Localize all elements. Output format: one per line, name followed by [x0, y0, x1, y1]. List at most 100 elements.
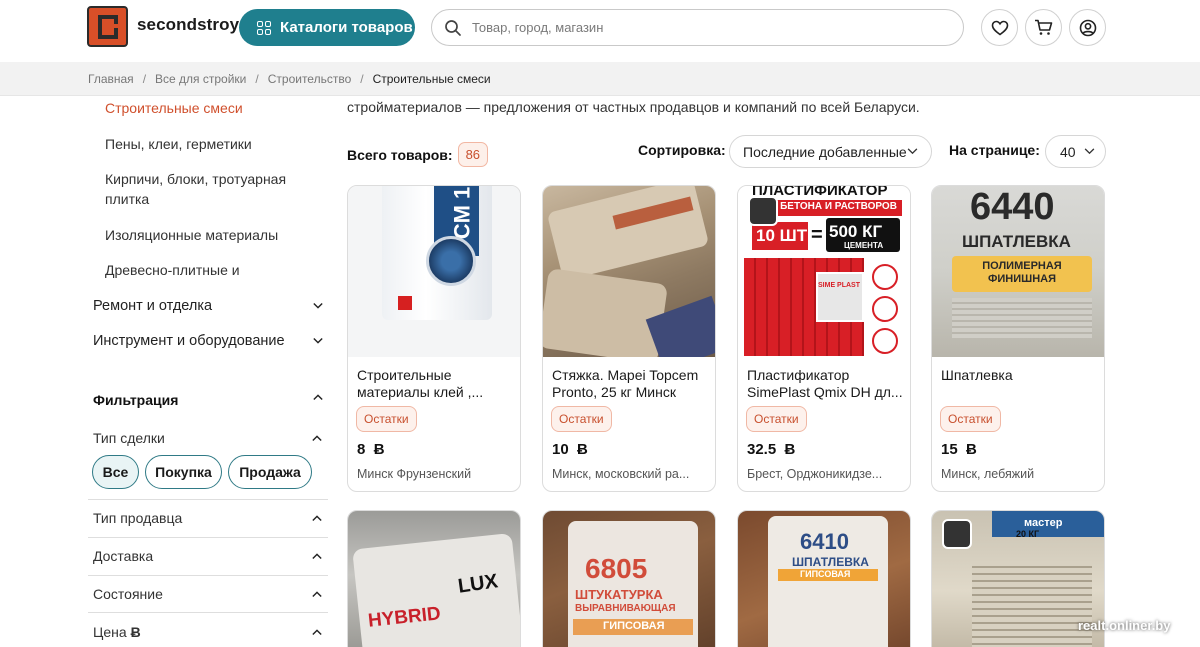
- product-price: 8 Ƀ: [357, 441, 385, 458]
- product-location: Минск, московский ра...: [552, 467, 690, 481]
- profile-button[interactable]: [1069, 9, 1106, 46]
- product-image: 6410 ШПАТЛЕВКА ГИПСОВАЯ: [738, 511, 910, 647]
- filter-label-group: Цена Ƀ: [93, 624, 141, 640]
- product-card[interactable]: Стяжка. Mapei Topcem Pronto, 25 кг Минск…: [542, 185, 716, 492]
- filter-delivery[interactable]: Доставка: [93, 548, 327, 564]
- breadcrumb-all-for-building[interactable]: Все для стройки: [155, 72, 246, 86]
- search-input[interactable]: [472, 20, 932, 35]
- status-badge: Остатки: [940, 406, 1001, 432]
- breadcrumb-construction[interactable]: Строительство: [268, 72, 352, 86]
- currency-icon: Ƀ: [577, 441, 588, 458]
- deal-pill-sell[interactable]: Продажа: [228, 455, 312, 489]
- sidebar-item-wood-panels[interactable]: Древесно-плитные и: [105, 260, 315, 280]
- product-image: 6440 ШПАТЛЕВКА ПОЛИМЕРНАЯ ФИНИШНАЯ: [932, 186, 1104, 357]
- price-value: 8: [357, 441, 366, 458]
- status-badge: Остатки: [356, 406, 417, 432]
- sidebar-item-tools[interactable]: Инструмент и оборудование: [93, 333, 323, 349]
- search-bar[interactable]: [431, 9, 964, 46]
- chevron-down-icon: [313, 302, 323, 309]
- sidebar-item-label: Инструмент и оборудование: [93, 333, 285, 349]
- status-badge: Остатки: [551, 406, 612, 432]
- product-price: 10 Ƀ: [552, 441, 588, 458]
- favorites-button[interactable]: [981, 9, 1018, 46]
- watermark: realt.onliner.by: [1078, 618, 1171, 633]
- breadcrumb-home[interactable]: Главная: [88, 72, 134, 86]
- divider: [88, 537, 328, 538]
- sidebar-item-building-mixes[interactable]: Строительные смеси: [105, 100, 243, 116]
- cart-button[interactable]: [1025, 9, 1062, 46]
- product-image: [543, 186, 715, 357]
- deal-pill-buy[interactable]: Покупка: [145, 455, 222, 489]
- catalog-button[interactable]: Каталоги товаров: [239, 9, 415, 46]
- total-count: Всего товаров: 86: [347, 142, 489, 167]
- chevron-down-icon: [907, 148, 918, 155]
- heart-icon: [991, 20, 1008, 35]
- product-price: 15 Ƀ: [941, 441, 977, 458]
- grid-icon: [257, 20, 271, 35]
- divider: [88, 612, 328, 613]
- divider: [88, 575, 328, 576]
- product-card[interactable]: ПЛАСТИФИКАТОР ДЛЯ БЕТОНА И РАСТВОРОВ 10 …: [737, 185, 911, 492]
- perpage-select[interactable]: 40: [1045, 135, 1106, 168]
- breadcrumb-separator: /: [360, 72, 364, 86]
- total-label: Всего товаров:: [347, 146, 453, 163]
- sidebar-item-bricks[interactable]: Кирпичи, блоки, тротуарная плитка: [105, 169, 315, 209]
- breadcrumb-separator: /: [142, 72, 147, 86]
- product-image: ПЛАСТИФИКАТОР ДЛЯ БЕТОНА И РАСТВОРОВ 10 …: [738, 186, 910, 357]
- product-location: Брест, Орджоникидзе...: [747, 467, 883, 481]
- perpage-value: 40: [1060, 143, 1076, 160]
- price-value: 15: [941, 441, 958, 458]
- filter-seller-type[interactable]: Тип продавца: [93, 510, 327, 526]
- divider: [88, 499, 328, 500]
- cart-icon: [1035, 19, 1053, 35]
- filter-condition[interactable]: Состояние: [93, 586, 327, 602]
- chevron-down-icon: [313, 337, 323, 344]
- filter-label: Тип сделки: [93, 430, 165, 446]
- filter-deal-type[interactable]: Тип сделки: [93, 430, 327, 446]
- filter-title-label: Фильтрация: [93, 392, 179, 408]
- chevron-up-icon: [312, 629, 322, 636]
- filter-label: Доставка: [93, 548, 154, 564]
- chevron-up-icon: [312, 553, 322, 560]
- product-card[interactable]: 6805 ШТУКАТУРКА ВЫРАВНИВАЮЩАЯ ГИПСОВАЯ: [542, 510, 716, 647]
- page-intro: стройматериалов — предложения от частных…: [347, 99, 920, 115]
- logo-text[interactable]: secondstroy: [137, 15, 239, 35]
- filter-price[interactable]: Цена Ƀ: [93, 624, 327, 640]
- currency-icon: Ƀ: [130, 624, 141, 640]
- product-card[interactable]: 6440 ШПАТЛЕВКА ПОЛИМЕРНАЯ ФИНИШНАЯ Шпатл…: [931, 185, 1105, 492]
- price-value: 32.5: [747, 441, 777, 458]
- product-image: CM 1: [348, 186, 520, 357]
- filter-title[interactable]: Фильтрация: [93, 392, 323, 408]
- product-card[interactable]: CM 1 Строительные материалы клей ,... Ос…: [347, 185, 521, 492]
- sort-label: Сортировка:: [638, 142, 726, 158]
- breadcrumb-bar: Главная / Все для стройки / Строительств…: [0, 62, 1200, 96]
- product-image: 6805 ШТУКАТУРКА ВЫРАВНИВАЮЩАЯ ГИПСОВАЯ: [543, 511, 715, 647]
- product-title: Пластификатор SimePlast Qmix DH дл...: [747, 367, 903, 400]
- logo-icon[interactable]: [87, 6, 128, 47]
- product-title: Стяжка. Mapei Topcem Pronto, 25 кг Минск: [552, 367, 699, 400]
- product-price: 32.5 Ƀ: [747, 441, 795, 458]
- filter-label: Цена: [93, 624, 127, 640]
- price-value: 10: [552, 441, 569, 458]
- product-location: Минск, лебяжий: [941, 467, 1035, 481]
- product-image: HYBRID LUX: [348, 511, 520, 647]
- currency-icon: Ƀ: [784, 441, 796, 458]
- catalog-button-label: Каталоги товаров: [280, 19, 413, 36]
- sidebar-item-repair[interactable]: Ремонт и отделка: [93, 298, 323, 314]
- user-icon: [1079, 19, 1096, 36]
- product-card[interactable]: HYBRID LUX: [347, 510, 521, 647]
- sidebar-item-insulation[interactable]: Изоляционные материалы: [105, 225, 315, 245]
- sidebar-item-foams[interactable]: Пены, клеи, герметики: [105, 134, 315, 154]
- chevron-down-icon: [1084, 148, 1094, 155]
- product-location: Минск Фрунзенский: [357, 467, 472, 481]
- sidebar-item-label: Ремонт и отделка: [93, 298, 213, 314]
- breadcrumb-separator: /: [255, 72, 259, 86]
- chevron-up-icon: [312, 435, 322, 442]
- search-icon: [445, 19, 461, 36]
- total-count-badge: 86: [457, 142, 489, 167]
- deal-pill-all[interactable]: Все: [92, 455, 139, 489]
- sort-value: Последние добавленные: [743, 143, 907, 160]
- sort-select[interactable]: Последние добавленные: [729, 135, 932, 168]
- header: secondstroy Каталоги товаров: [0, 0, 1200, 62]
- product-card[interactable]: 6410 ШПАТЛЕВКА ГИПСОВАЯ: [737, 510, 911, 647]
